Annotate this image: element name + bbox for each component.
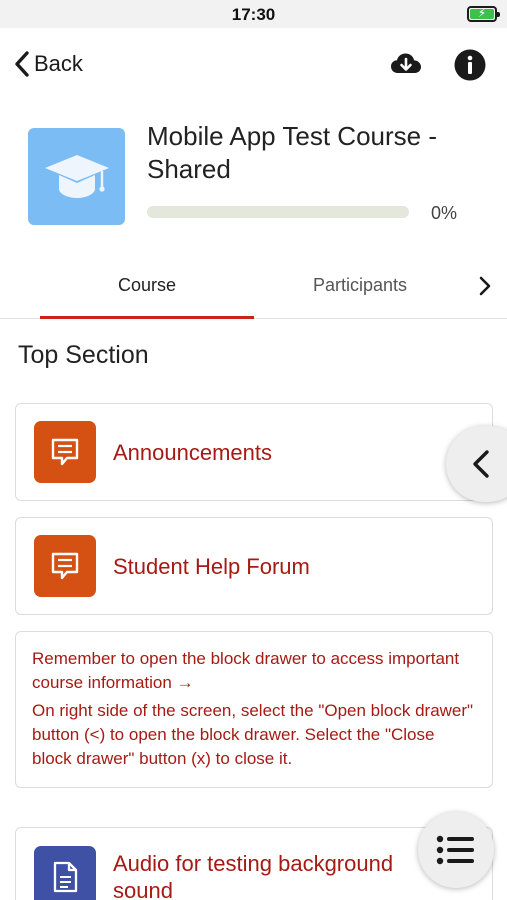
course-title: Mobile App Test Course - Shared [147,121,437,184]
battery-icon: ⚡ [467,6,500,22]
cloud-download-icon[interactable] [389,48,423,82]
course-index-button[interactable] [418,812,494,888]
back-button[interactable]: Back [12,48,83,80]
course-content: Top Section Announcements Student Help F… [0,319,507,900]
course-image [28,128,125,225]
progress-label: 0% [431,203,458,223]
list-icon [436,835,474,865]
charging-bolt-icon: ⚡ [477,6,487,20]
label-text: On right side of the screen, select the … [32,701,474,768]
status-bar: 17:30 ⚡ [0,0,507,28]
info-icon[interactable] [453,48,487,82]
activity-student-help-forum[interactable]: Student Help Forum [15,517,493,615]
graduation-cap-icon [44,154,109,198]
navbar: Back [0,28,507,104]
back-label: Back [34,51,83,76]
chevron-left-icon [15,51,29,77]
status-time: 17:30 [231,5,276,24]
chevron-right-icon[interactable] [473,272,497,300]
activity-name: Student Help Forum [113,553,310,579]
progress-bar [147,206,409,218]
forum-icon [34,421,96,483]
tab-participants[interactable]: Participants [254,252,466,318]
label-block-drawer-instructions: Remember to open the block drawer to acc… [15,631,493,788]
activity-name: Announcements [113,439,272,465]
label-text: Remember to open the block drawer to acc… [32,649,460,692]
activity-name: Audio for testing background sound [113,851,394,900]
activity-announcements[interactable]: Announcements [15,403,493,501]
course-tabs: Course Participants [0,252,507,319]
course-header: Mobile App Test Course - Shared 0% [0,104,507,244]
section-title: Top Section [18,341,149,369]
chevron-left-icon [473,450,489,478]
forum-icon [34,535,96,597]
tab-course[interactable]: Course [40,252,254,319]
file-icon [34,846,96,900]
